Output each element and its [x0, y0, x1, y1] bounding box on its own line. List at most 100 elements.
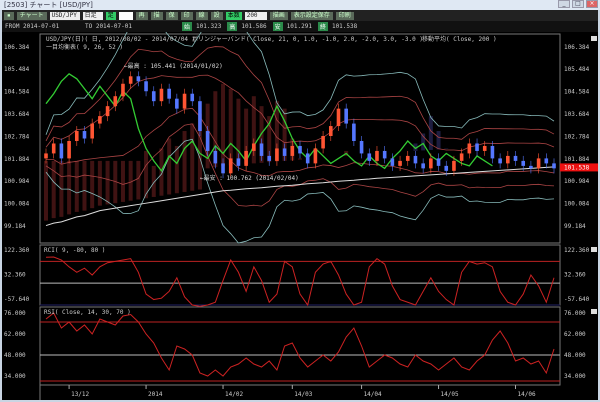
candle-body — [152, 91, 156, 101]
candle-body — [160, 89, 164, 101]
candle-body — [552, 163, 556, 168]
ichimoku-cloud-segment — [136, 161, 140, 200]
candle-body — [221, 163, 225, 173]
candle-body — [391, 158, 395, 165]
chart-svg[interactable]: 106.384106.384105.484105.484104.584104.5… — [2, 32, 598, 400]
low-annotation: ←最安 : 100.762 (2014/02/04) — [200, 174, 299, 182]
rci-tick-left: -57.640 — [4, 296, 30, 303]
price-tick-right: 101.884 — [564, 156, 590, 163]
close-label: 終 — [318, 22, 328, 31]
candle-body — [398, 161, 402, 166]
price-tick-left: 104.584 — [4, 89, 30, 96]
save-settings-button[interactable]: 表示設定保存 — [291, 12, 333, 20]
price-tick-right: 103.684 — [564, 111, 590, 118]
to-date[interactable]: TO 2014-07-01 — [82, 23, 182, 30]
candle-body — [306, 153, 310, 163]
candle-body — [514, 156, 518, 161]
candle-body — [367, 153, 371, 160]
rsi-tick-right: 62.000 — [564, 331, 586, 338]
candle-body — [421, 163, 425, 168]
count-input[interactable]: 200 — [245, 12, 267, 20]
period-select[interactable]: 日足 — [83, 12, 103, 20]
ichimoku-cloud-segment — [298, 158, 302, 159]
ichimoku-cloud-segment — [82, 161, 86, 211]
tool-button-5[interactable]: 線 — [196, 12, 208, 20]
symbol-select[interactable]: USD/JPY — [50, 12, 80, 20]
rsi-pane-menu-icon[interactable] — [591, 309, 597, 314]
bar-input[interactable] — [119, 12, 133, 20]
tool-button-2[interactable]: 描 — [151, 12, 163, 20]
tool-button-6[interactable]: 設 — [211, 12, 223, 20]
candle-body — [545, 158, 549, 163]
x-tick-label: 14/03 — [294, 391, 312, 398]
quote-row: FROM 2014-07-01 TO 2014-07-01 始101.323 高… — [2, 21, 598, 32]
rsi-tick-left: 76.000 — [4, 310, 26, 317]
x-tick-label: 14/04 — [364, 391, 382, 398]
ichimoku-cloud-segment — [167, 139, 171, 195]
candle-body — [537, 158, 541, 168]
candle-body — [129, 76, 133, 83]
rci-line — [46, 257, 554, 306]
candle-body — [260, 143, 264, 155]
candle-body — [352, 124, 356, 141]
price-tick-right: 100.084 — [564, 201, 590, 208]
candle-body — [383, 151, 387, 158]
candle-body — [137, 76, 141, 81]
ichimoku-cloud-segment — [75, 161, 79, 212]
candle-body — [483, 146, 487, 151]
chart-area[interactable]: 106.384106.384105.484105.484104.584104.5… — [2, 32, 598, 400]
candle-body — [206, 131, 210, 151]
candle-body — [98, 116, 102, 123]
candle-body — [314, 148, 318, 163]
ichimoku-cloud-segment — [90, 161, 94, 208]
high-label: 高 — [227, 22, 237, 31]
minimize-button[interactable]: _ — [558, 0, 570, 8]
redraw-button[interactable]: 描画 — [270, 12, 288, 20]
from-date[interactable]: FROM 2014-07-01 — [2, 23, 82, 30]
candle-body — [198, 101, 202, 131]
chart-button[interactable]: チャート — [17, 12, 47, 20]
candle-body — [414, 156, 418, 163]
print-button[interactable]: 印刷 — [336, 12, 354, 20]
tool-button-4[interactable]: 印 — [181, 12, 193, 20]
price-tick-left: 99.184 — [4, 223, 26, 230]
candle-body — [444, 166, 448, 171]
rci-tick-left: 32.360 — [4, 271, 26, 278]
price-tick-left: 106.384 — [4, 44, 30, 51]
candle-body — [429, 158, 433, 168]
price-tick-right: 100.984 — [564, 178, 590, 185]
bar-label: 足 — [106, 12, 116, 20]
candle-body — [252, 143, 256, 150]
window-title: [2503] チャート [USD/JPY] — [4, 1, 93, 9]
candle-body — [437, 158, 441, 165]
candle-body — [283, 148, 287, 155]
rsi-tick-left: 62.000 — [4, 331, 26, 338]
main-legend: USD/JPY(日)( 日, 2012/08/02 - 2014/07/04 ) — [46, 36, 195, 43]
main-pane-menu-icon[interactable] — [591, 36, 597, 41]
candle-body — [498, 158, 502, 163]
high-value: 101.586 — [241, 23, 266, 30]
candle-body — [167, 89, 171, 99]
candle-body — [67, 141, 71, 158]
candle-body — [406, 156, 410, 161]
close-button[interactable]: × — [586, 0, 598, 8]
candle-body — [329, 126, 333, 136]
candle-body — [44, 153, 48, 158]
rsi-tick-left: 48.000 — [4, 352, 26, 359]
candle-body — [452, 161, 456, 171]
candle-body — [52, 143, 56, 153]
tool-button-1[interactable]: 再 — [136, 12, 148, 20]
candle-body — [267, 156, 271, 161]
candle-body — [244, 151, 248, 166]
rci-pane-menu-icon[interactable] — [591, 247, 597, 252]
candle-body — [214, 151, 218, 163]
candle-body — [237, 158, 241, 165]
x-tick-label: 14/06 — [518, 391, 536, 398]
candle-body — [113, 96, 117, 106]
menu-icon[interactable]: ▪ — [4, 12, 14, 20]
ichimoku-cloud-segment — [98, 161, 102, 206]
ichimoku-cloud-segment — [175, 146, 179, 193]
rsi-pane-border — [40, 307, 560, 385]
maximize-button[interactable]: □ — [572, 0, 584, 8]
tool-button-3[interactable]: 保 — [166, 12, 178, 20]
